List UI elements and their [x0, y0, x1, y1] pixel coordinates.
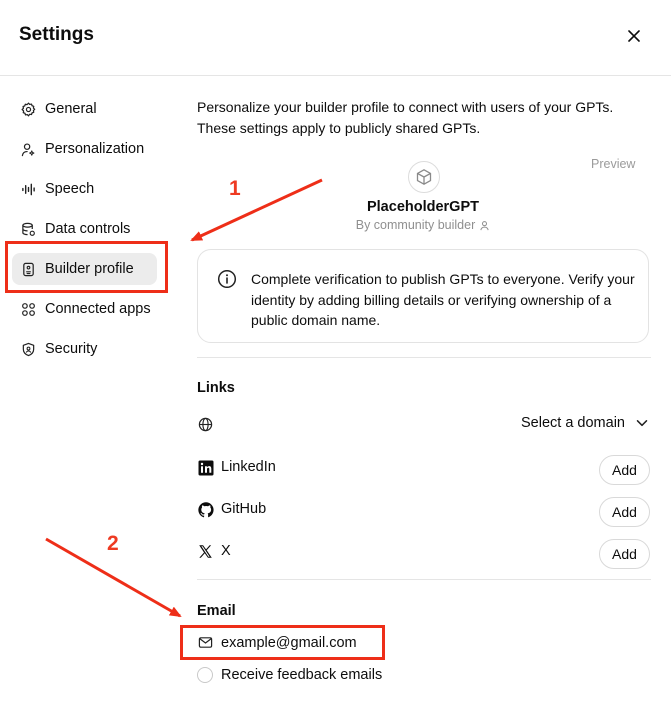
gpt-byline: By community builder: [330, 218, 516, 232]
info-icon: [217, 269, 237, 289]
person-icon: [480, 220, 489, 230]
sidebar-item-label: General: [45, 101, 97, 117]
domain-select-label: Select a domain: [521, 415, 625, 431]
sidebar-item-speech[interactable]: Speech: [12, 173, 157, 205]
person-sparkle-icon: [20, 141, 36, 157]
linkedin-icon: [197, 459, 214, 476]
sidebar-item-label: Security: [45, 341, 98, 357]
feedback-emails-label: Receive feedback emails: [221, 667, 383, 683]
annotation-box-email: [180, 625, 385, 660]
section-divider: [197, 357, 651, 358]
add-github-button[interactable]: Add: [599, 497, 650, 527]
sidebar-item-connected-apps[interactable]: Connected apps: [12, 293, 157, 325]
preview-label: Preview: [591, 157, 636, 171]
intro-text: Personalize your builder profile to conn…: [197, 99, 614, 136]
gpt-byline-text: By community builder: [355, 218, 476, 232]
github-label: GitHub: [221, 501, 267, 517]
header-divider: [0, 75, 671, 76]
annotation-number-2: 2: [107, 532, 119, 555]
cube-icon: [416, 169, 432, 185]
email-title: Email: [197, 603, 236, 619]
github-icon: [197, 501, 214, 518]
close-icon: [628, 30, 640, 42]
sidebar-item-label: Personalization: [45, 141, 145, 157]
add-x-button[interactable]: Add: [599, 539, 650, 569]
section-divider: [197, 579, 651, 580]
gpt-avatar: [408, 161, 440, 193]
globe-icon: [197, 416, 214, 433]
apps-grid-icon: [20, 301, 36, 317]
sidebar-item-label: Connected apps: [45, 301, 151, 317]
linkedin-label: LinkedIn: [221, 459, 276, 475]
waveform-icon: [20, 181, 36, 197]
chevron-down-icon: [636, 420, 648, 427]
gpt-name: PlaceholderGPT: [366, 199, 479, 215]
annotation-arrow-1: [190, 178, 323, 242]
verification-notice: Complete verification to publish GPTs to…: [197, 249, 649, 343]
x-label: X: [221, 543, 231, 559]
sidebar-item-label: Speech: [45, 181, 95, 197]
close-button[interactable]: [622, 24, 646, 48]
links-title: Links: [197, 380, 235, 396]
domain-select[interactable]: Select a domain: [521, 415, 649, 431]
sidebar-item-general[interactable]: General: [12, 93, 157, 125]
shield-icon: [20, 341, 36, 357]
sidebar-item-label: Data controls: [45, 221, 131, 237]
database-icon: [20, 221, 36, 237]
settings-title: Settings: [19, 24, 94, 45]
sidebar-item-personalization[interactable]: Personalization: [12, 133, 157, 165]
feedback-emails-radio[interactable]: [197, 667, 213, 683]
x-icon: [197, 543, 214, 560]
add-linkedin-button[interactable]: Add: [599, 455, 650, 485]
verification-notice-text: Complete verification to publish GPTs to…: [251, 271, 635, 328]
gear-icon: [20, 101, 36, 117]
annotation-box-builder-profile: [5, 241, 168, 293]
annotation-number-1: 1: [229, 177, 241, 200]
sidebar-item-security[interactable]: Security: [12, 333, 157, 365]
